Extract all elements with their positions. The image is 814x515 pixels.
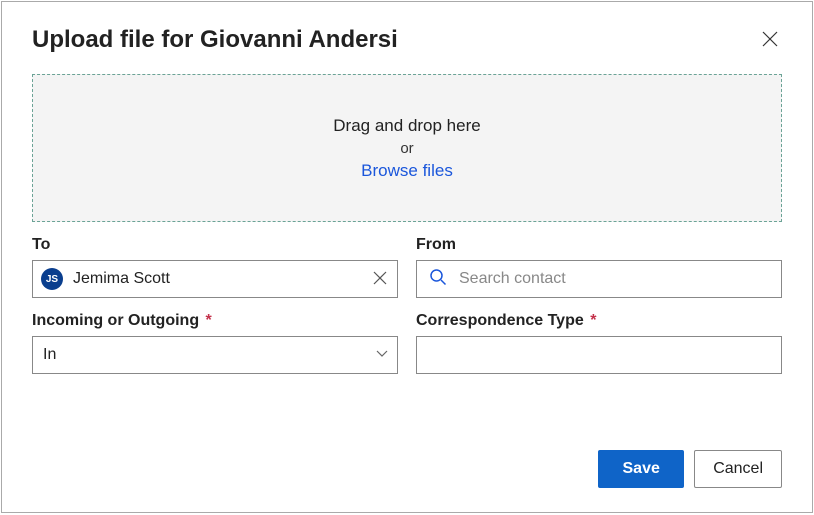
from-input-wrap[interactable] bbox=[416, 260, 782, 298]
contact-avatar: JS bbox=[41, 268, 63, 290]
corrtype-input[interactable] bbox=[416, 336, 782, 374]
to-label: To bbox=[32, 236, 398, 254]
file-dropzone[interactable]: Drag and drop here or Browse files bbox=[32, 74, 782, 222]
to-contact-name: Jemima Scott bbox=[73, 270, 371, 288]
direction-value: In bbox=[41, 346, 375, 364]
dialog-header: Upload file for Giovanni Andersi bbox=[2, 2, 812, 64]
clear-to-button[interactable] bbox=[371, 269, 389, 290]
corrtype-field-group: Correspondence Type * bbox=[416, 312, 782, 388]
form-row-1: To JS Jemima Scott From bbox=[32, 236, 782, 312]
dialog-content: Drag and drop here or Browse files To JS… bbox=[2, 64, 812, 388]
from-search-input[interactable] bbox=[459, 270, 773, 288]
from-label: From bbox=[416, 236, 782, 254]
close-icon bbox=[373, 273, 387, 288]
close-button[interactable] bbox=[758, 27, 782, 54]
to-input[interactable]: JS Jemima Scott bbox=[32, 260, 398, 298]
dialog-title: Upload file for Giovanni Andersi bbox=[32, 26, 398, 54]
direction-select[interactable]: In bbox=[32, 336, 398, 374]
required-marker: * bbox=[206, 312, 212, 329]
cancel-button[interactable]: Cancel bbox=[694, 450, 782, 488]
close-icon bbox=[762, 35, 778, 50]
direction-label: Incoming or Outgoing * bbox=[32, 312, 398, 330]
save-button[interactable]: Save bbox=[598, 450, 684, 488]
corrtype-label: Correspondence Type * bbox=[416, 312, 782, 330]
dropzone-or: or bbox=[400, 140, 413, 157]
dialog-footer: Save Cancel bbox=[598, 450, 782, 488]
browse-files-link[interactable]: Browse files bbox=[361, 161, 453, 181]
upload-file-dialog: Upload file for Giovanni Andersi Drag an… bbox=[1, 1, 813, 513]
dropzone-text: Drag and drop here bbox=[333, 116, 480, 136]
required-marker: * bbox=[590, 312, 596, 329]
chevron-down-icon bbox=[375, 346, 389, 365]
direction-field-group: Incoming or Outgoing * In bbox=[32, 312, 398, 388]
to-field-group: To JS Jemima Scott bbox=[32, 236, 398, 312]
search-icon bbox=[429, 268, 447, 291]
from-field-group: From bbox=[416, 236, 782, 312]
form-row-2: Incoming or Outgoing * In Correspondence… bbox=[32, 312, 782, 388]
